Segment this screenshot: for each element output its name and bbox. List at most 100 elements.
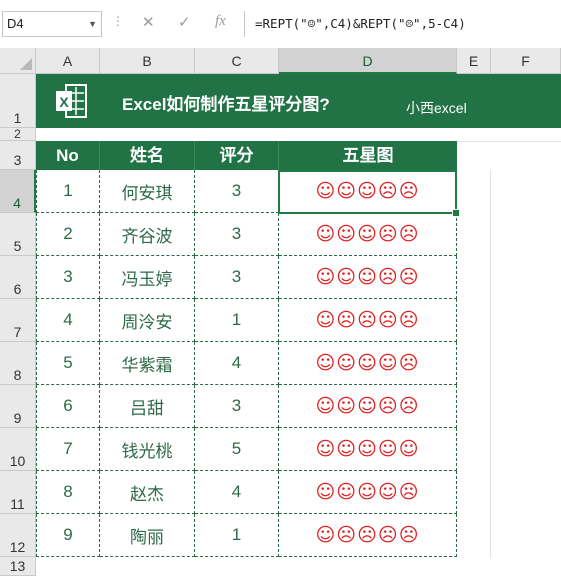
more-options-icon[interactable]: ⋮ bbox=[112, 14, 124, 28]
cell-name[interactable]: 吕甜 bbox=[100, 385, 195, 428]
cell-score-text: 1 bbox=[231, 310, 242, 329]
row-header-12[interactable]: 12 bbox=[0, 514, 36, 557]
column-header-f[interactable]: F bbox=[491, 48, 561, 74]
svg-text:X: X bbox=[59, 94, 69, 110]
star-faces: ☺☺☺☺☹ bbox=[315, 481, 420, 503]
excel-logo-icon: X bbox=[56, 84, 87, 118]
cell-name-text: 钱光桃 bbox=[121, 441, 173, 461]
cell-name[interactable]: 周泠安 bbox=[100, 299, 195, 342]
cell-stars[interactable]: ☺☺☺☺☹ bbox=[279, 342, 457, 385]
cell-stars[interactable]: ☺☺☺☺☹ bbox=[279, 471, 457, 514]
table-header-stars: 五星图 bbox=[279, 141, 457, 170]
row-header-10[interactable]: 10 bbox=[0, 428, 36, 471]
cell-score-text: 3 bbox=[231, 267, 242, 286]
row-header-4[interactable]: 4 bbox=[0, 170, 36, 213]
cell-no[interactable]: 9 bbox=[36, 514, 100, 557]
cell-name[interactable]: 赵杰 bbox=[100, 471, 195, 514]
cell-score[interactable]: 1 bbox=[195, 299, 279, 342]
cell-score[interactable]: 3 bbox=[195, 256, 279, 299]
star-faces: ☺☺☺☺☺ bbox=[315, 438, 420, 460]
column-header-e[interactable]: E bbox=[457, 48, 491, 74]
cell-no[interactable]: 2 bbox=[36, 213, 100, 256]
column-header-d[interactable]: D bbox=[279, 48, 457, 74]
cell-no-text: 4 bbox=[63, 310, 73, 329]
cell-no[interactable]: 5 bbox=[36, 342, 100, 385]
star-faces: ☺☺☺☹☹ bbox=[315, 395, 420, 417]
row-header-8[interactable]: 8 bbox=[0, 342, 36, 385]
cell-stars[interactable]: ☺☺☺☹☹ bbox=[279, 170, 457, 213]
cell-score[interactable]: 5 bbox=[195, 428, 279, 471]
row-header-7[interactable]: 7 bbox=[0, 299, 36, 342]
cell-no[interactable]: 3 bbox=[36, 256, 100, 299]
column-header-a[interactable]: A bbox=[36, 48, 100, 74]
cell-score[interactable]: 3 bbox=[195, 213, 279, 256]
row-header-9[interactable]: 9 bbox=[0, 385, 36, 428]
cell-no-text: 1 bbox=[63, 181, 73, 200]
row-header-6[interactable]: 6 bbox=[0, 256, 36, 299]
cell-score-text: 1 bbox=[231, 525, 242, 544]
cell-no-text: 5 bbox=[63, 353, 73, 372]
row-header-3[interactable]: 3 bbox=[0, 141, 36, 170]
cell-stars[interactable]: ☺☺☺☹☹ bbox=[279, 213, 457, 256]
star-faces: ☺☺☺☺☹ bbox=[315, 352, 420, 374]
star-faces: ☺☺☺☹☹ bbox=[315, 266, 420, 288]
cell-score[interactable]: 1 bbox=[195, 514, 279, 557]
cell-name-text: 赵杰 bbox=[130, 484, 164, 504]
cell-name[interactable]: 齐谷波 bbox=[100, 213, 195, 256]
enter-icon[interactable]: ✓ bbox=[178, 13, 191, 31]
column-header-b[interactable]: B bbox=[100, 48, 195, 74]
star-faces: ☺☺☺☹☹ bbox=[315, 180, 420, 202]
cell-name[interactable]: 钱光桃 bbox=[100, 428, 195, 471]
cell-score[interactable]: 4 bbox=[195, 342, 279, 385]
cell-no[interactable]: 6 bbox=[36, 385, 100, 428]
spacer-row bbox=[36, 128, 561, 142]
cell-score-text: 4 bbox=[231, 482, 242, 501]
row-header-5[interactable]: 5 bbox=[0, 213, 36, 256]
table-header-name: 姓名 bbox=[100, 141, 195, 170]
cell-no[interactable]: 1 bbox=[36, 170, 100, 213]
insert-function-icon[interactable]: fx bbox=[215, 13, 226, 30]
cell-no-text: 2 bbox=[63, 224, 73, 243]
cell-score-text: 3 bbox=[231, 224, 242, 243]
cell-name[interactable]: 华紫霜 bbox=[100, 342, 195, 385]
table-header-score: 评分 bbox=[195, 141, 279, 170]
cell-score-text: 3 bbox=[231, 396, 242, 415]
name-box[interactable]: D4 ▼ bbox=[2, 11, 102, 37]
table-header-no: No bbox=[36, 141, 100, 170]
column-header-c[interactable]: C bbox=[195, 48, 279, 74]
cell-no[interactable]: 4 bbox=[36, 299, 100, 342]
formula-bar: D4 ▼ ⋮ ✕ ✓ fx =REPT("☺",C4)&REPT("☹",5-C… bbox=[0, 0, 561, 48]
cell-name[interactable]: 陶丽 bbox=[100, 514, 195, 557]
cancel-icon[interactable]: ✕ bbox=[142, 13, 155, 31]
cell-name-text: 周泠安 bbox=[121, 312, 173, 332]
cell-name[interactable]: 冯玉婷 bbox=[100, 256, 195, 299]
name-box-value: D4 bbox=[7, 16, 24, 31]
cell-no-text: 7 bbox=[63, 439, 73, 458]
cell-stars[interactable]: ☺☹☹☹☹ bbox=[279, 514, 457, 557]
formula-input[interactable]: =REPT("☺",C4)&REPT("☹",5-C4) bbox=[244, 11, 561, 37]
cell-stars[interactable]: ☺☺☺☹☹ bbox=[279, 256, 457, 299]
select-all-corner[interactable] bbox=[0, 48, 36, 74]
cell-score-text: 4 bbox=[231, 353, 242, 372]
cell-score[interactable]: 4 bbox=[195, 471, 279, 514]
cell-no[interactable]: 7 bbox=[36, 428, 100, 471]
cell-name-text: 齐谷波 bbox=[121, 226, 173, 246]
cell-name[interactable]: 何安琪 bbox=[100, 170, 195, 213]
row-header-2[interactable]: 2 bbox=[0, 127, 36, 141]
banner-title: Excel如何制作五星评分图? bbox=[122, 95, 330, 114]
title-banner: X Excel如何制作五星评分图? 小西excel bbox=[36, 74, 561, 128]
row-header-11[interactable]: 11 bbox=[0, 471, 36, 514]
cell-stars[interactable]: ☺☹☹☹☹ bbox=[279, 299, 457, 342]
cell-score-text: 5 bbox=[231, 439, 242, 458]
cell-stars[interactable]: ☺☺☺☹☹ bbox=[279, 385, 457, 428]
cell-stars[interactable]: ☺☺☺☺☺ bbox=[279, 428, 457, 471]
chevron-down-icon[interactable]: ▼ bbox=[88, 12, 97, 36]
row-header-1[interactable]: 1 bbox=[0, 74, 36, 128]
cell-no[interactable]: 8 bbox=[36, 471, 100, 514]
cell-no-text: 8 bbox=[63, 482, 73, 501]
cell-score[interactable]: 3 bbox=[195, 170, 279, 213]
star-faces: ☺☺☺☹☹ bbox=[315, 223, 420, 245]
cell-score[interactable]: 3 bbox=[195, 385, 279, 428]
row-header-13[interactable]: 13 bbox=[0, 557, 36, 576]
cell-no-text: 6 bbox=[63, 396, 73, 415]
